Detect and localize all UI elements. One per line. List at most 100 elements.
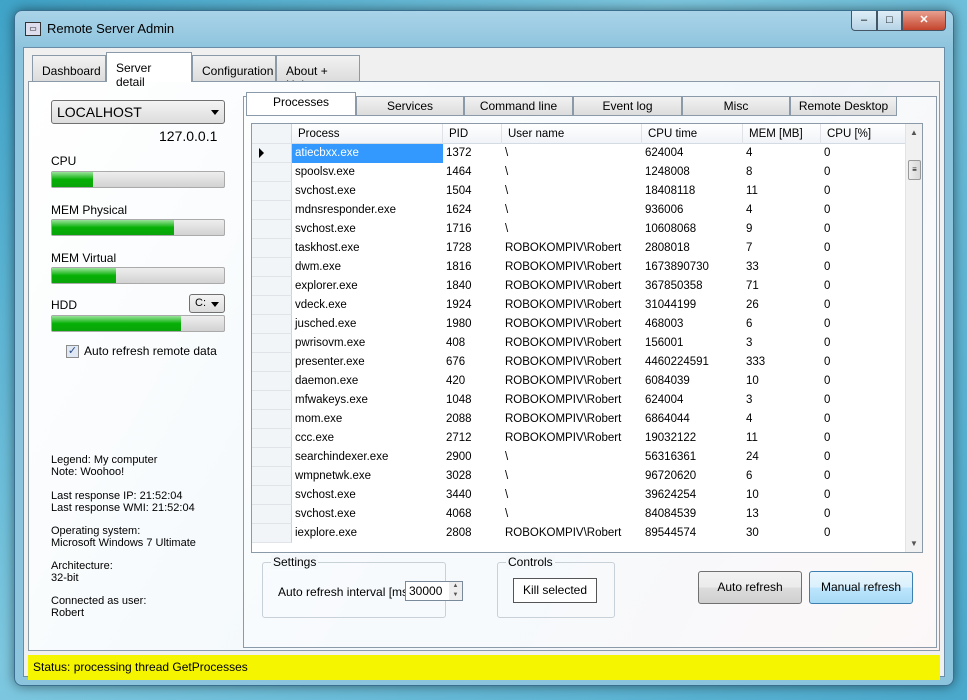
row-header[interactable] — [252, 391, 292, 410]
cell-mem-mb[interactable]: 11 — [743, 182, 821, 201]
cell-user-name[interactable]: ROBOKOMPIV\Robert — [502, 353, 642, 372]
cell-user-name[interactable]: ROBOKOMPIV\Robert — [502, 258, 642, 277]
cell-pid[interactable]: 2712 — [443, 429, 502, 448]
cell-user-name[interactable]: ROBOKOMPIV\Robert — [502, 410, 642, 429]
cell-cpu[interactable]: 0 — [821, 182, 907, 201]
cell-pid[interactable]: 1816 — [443, 258, 502, 277]
drive-select[interactable]: C: — [189, 294, 225, 313]
cell-cpu-time[interactable]: 367850358 — [642, 277, 743, 296]
table-row[interactable]: dwm.exe 1816 ROBOKOMPIV\Robert 1673890730 33… — [252, 258, 907, 277]
cell-user-name[interactable]: ROBOKOMPIV\Robert — [502, 524, 642, 543]
cell-user-name[interactable]: \ — [502, 448, 642, 467]
cell-cpu-time[interactable]: 4460224591 — [642, 353, 743, 372]
row-header[interactable] — [252, 201, 292, 220]
cell-process[interactable]: pwrisovm.exe — [292, 334, 443, 353]
cell-process[interactable]: iexplore.exe — [292, 524, 443, 543]
cell-mem-mb[interactable]: 13 — [743, 505, 821, 524]
cell-cpu-time[interactable]: 39624254 — [642, 486, 743, 505]
cell-pid[interactable]: 1716 — [443, 220, 502, 239]
cell-cpu[interactable]: 0 — [821, 144, 907, 163]
cell-pid[interactable]: 3440 — [443, 486, 502, 505]
cell-process[interactable]: svchost.exe — [292, 182, 443, 201]
cell-cpu-time[interactable]: 56316361 — [642, 448, 743, 467]
cell-user-name[interactable]: \ — [502, 182, 642, 201]
cell-process[interactable]: dwm.exe — [292, 258, 443, 277]
cell-cpu-time[interactable]: 6084039 — [642, 372, 743, 391]
cell-mem-mb[interactable]: 26 — [743, 296, 821, 315]
row-header[interactable] — [252, 372, 292, 391]
row-header[interactable] — [252, 144, 292, 163]
cell-user-name[interactable]: \ — [502, 144, 642, 163]
subtab-misc[interactable]: Misc — [682, 96, 790, 116]
subtab-command-line[interactable]: Command line — [464, 96, 573, 116]
cell-pid[interactable]: 1624 — [443, 201, 502, 220]
cell-mem-mb[interactable]: 10 — [743, 372, 821, 391]
col-cpu-time[interactable]: CPU time — [642, 124, 743, 144]
cell-cpu[interactable]: 0 — [821, 467, 907, 486]
table-row[interactable]: iexplore.exe 2808 ROBOKOMPIV\Robert 8954457… — [252, 524, 907, 543]
cell-pid[interactable]: 4068 — [443, 505, 502, 524]
cell-cpu[interactable]: 0 — [821, 201, 907, 220]
cell-user-name[interactable]: ROBOKOMPIV\Robert — [502, 391, 642, 410]
cell-cpu-time[interactable]: 624004 — [642, 144, 743, 163]
table-row[interactable]: mom.exe 2088 ROBOKOMPIV\Robert 6864044 4 0 — [252, 410, 907, 429]
row-header[interactable] — [252, 486, 292, 505]
cell-cpu-time[interactable]: 10608068 — [642, 220, 743, 239]
cell-user-name[interactable]: \ — [502, 486, 642, 505]
cell-cpu[interactable]: 0 — [821, 524, 907, 543]
cell-cpu-time[interactable]: 1673890730 — [642, 258, 743, 277]
cell-cpu[interactable]: 0 — [821, 220, 907, 239]
table-row[interactable]: svchost.exe 3440 \ 39624254 10 0 — [252, 486, 907, 505]
cell-pid[interactable]: 2088 — [443, 410, 502, 429]
cell-mem-mb[interactable]: 4 — [743, 201, 821, 220]
cell-mem-mb[interactable]: 71 — [743, 277, 821, 296]
cell-pid[interactable]: 1504 — [443, 182, 502, 201]
cell-cpu-time[interactable]: 468003 — [642, 315, 743, 334]
cell-pid[interactable]: 1048 — [443, 391, 502, 410]
cell-user-name[interactable]: ROBOKOMPIV\Robert — [502, 429, 642, 448]
cell-cpu[interactable]: 0 — [821, 448, 907, 467]
row-header[interactable] — [252, 315, 292, 334]
scroll-thumb[interactable]: ≡ — [908, 160, 921, 180]
manual-refresh-button[interactable]: Manual refresh — [809, 571, 913, 604]
table-row[interactable]: vdeck.exe 1924 ROBOKOMPIV\Robert 31044199 26… — [252, 296, 907, 315]
table-row[interactable]: daemon.exe 420 ROBOKOMPIV\Robert 6084039 10 0 — [252, 372, 907, 391]
table-row[interactable]: searchindexer.exe 2900 \ 56316361 24 0 — [252, 448, 907, 467]
cell-cpu[interactable]: 0 — [821, 353, 907, 372]
row-header[interactable] — [252, 258, 292, 277]
cell-pid[interactable]: 676 — [443, 353, 502, 372]
cell-mem-mb[interactable]: 333 — [743, 353, 821, 372]
cell-mem-mb[interactable]: 30 — [743, 524, 821, 543]
cell-mem-mb[interactable]: 10 — [743, 486, 821, 505]
cell-cpu[interactable]: 0 — [821, 163, 907, 182]
row-header[interactable] — [252, 524, 292, 543]
cell-user-name[interactable]: \ — [502, 220, 642, 239]
cell-process[interactable]: svchost.exe — [292, 486, 443, 505]
cell-mem-mb[interactable]: 4 — [743, 144, 821, 163]
subtab-services[interactable]: Services — [356, 96, 464, 116]
row-header[interactable] — [252, 296, 292, 315]
cell-pid[interactable]: 1372 — [443, 144, 502, 163]
cell-cpu-time[interactable]: 156001 — [642, 334, 743, 353]
cell-process[interactable]: ccc.exe — [292, 429, 443, 448]
cell-cpu-time[interactable]: 89544574 — [642, 524, 743, 543]
close-button[interactable]: ✕ — [902, 11, 946, 31]
cell-mem-mb[interactable]: 6 — [743, 315, 821, 334]
cell-cpu-time[interactable]: 19032122 — [642, 429, 743, 448]
cell-process[interactable]: mfwakeys.exe — [292, 391, 443, 410]
cell-cpu-time[interactable]: 1248008 — [642, 163, 743, 182]
cell-process[interactable]: jusched.exe — [292, 315, 443, 334]
kill-selected-button[interactable]: Kill selected — [513, 578, 597, 603]
cell-user-name[interactable]: ROBOKOMPIV\Robert — [502, 315, 642, 334]
cell-cpu[interactable]: 0 — [821, 505, 907, 524]
cell-process[interactable]: svchost.exe — [292, 220, 443, 239]
row-header[interactable] — [252, 429, 292, 448]
table-row[interactable]: atiecbxx.exe 1372 \ 624004 4 0 — [252, 144, 907, 163]
cell-user-name[interactable]: ROBOKOMPIV\Robert — [502, 296, 642, 315]
cell-user-name[interactable]: \ — [502, 163, 642, 182]
cell-pid[interactable]: 420 — [443, 372, 502, 391]
cell-pid[interactable]: 1840 — [443, 277, 502, 296]
cell-user-name[interactable]: \ — [502, 467, 642, 486]
row-header[interactable] — [252, 353, 292, 372]
cell-cpu-time[interactable]: 624004 — [642, 391, 743, 410]
